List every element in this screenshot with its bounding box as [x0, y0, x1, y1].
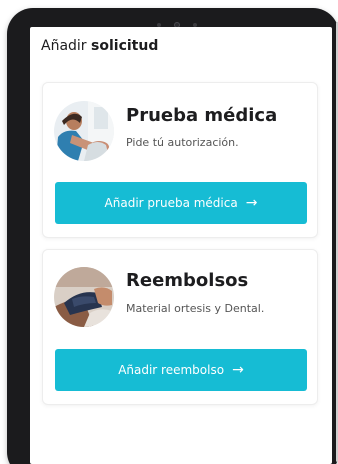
arrow-right-icon: →: [245, 195, 258, 211]
add-reimbursement-button[interactable]: Añadir reembolso →: [55, 349, 307, 391]
button-label: Añadir prueba médica: [104, 196, 238, 210]
card-title: Prueba médica: [126, 105, 278, 126]
card-description: Pide tú autorización.: [126, 136, 239, 149]
card-medical-test: Prueba médica Pide tú autorización. Añad…: [42, 82, 318, 238]
card-description: Material ortesis y Dental.: [126, 302, 265, 315]
page-title-regular: Añadir: [41, 38, 87, 54]
add-medical-test-button[interactable]: Añadir prueba médica →: [55, 182, 307, 224]
doctor-consultation-photo-icon: [54, 101, 114, 161]
wrist-brace-photo-icon: [54, 267, 114, 327]
page-title: Añadir solicitud: [41, 38, 158, 54]
card-reimbursements: Reembolsos Material ortesis y Dental. Añ…: [42, 249, 318, 405]
card-title: Reembolsos: [126, 270, 249, 291]
arrow-right-icon: →: [232, 362, 244, 378]
app-screen: Añadir solicitud Prueba médica Pide tú a…: [30, 27, 332, 464]
button-label: Añadir reembolso: [118, 363, 225, 377]
page-title-bold: solicitud: [91, 38, 159, 54]
